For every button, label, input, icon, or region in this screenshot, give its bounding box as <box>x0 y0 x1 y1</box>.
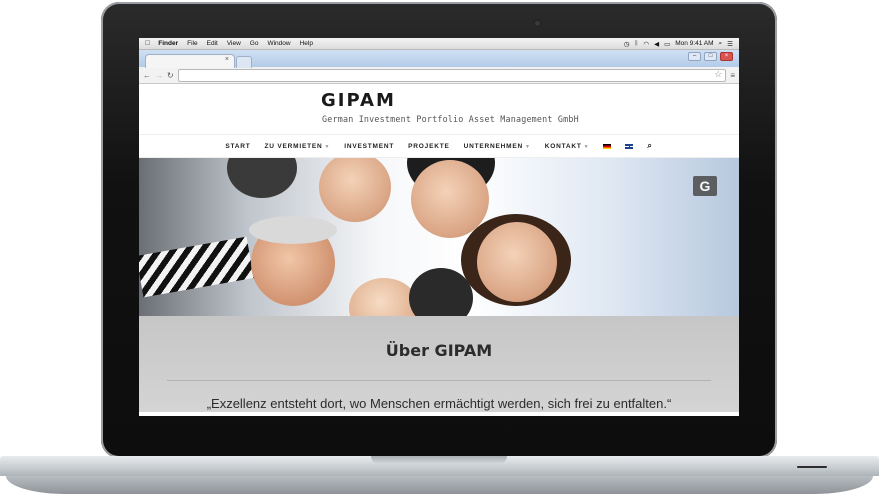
gray-hair-shape <box>249 216 337 244</box>
bluetooth-icon[interactable]: ᛒ <box>634 40 638 47</box>
german-flag-icon[interactable] <box>603 143 612 149</box>
search-icon[interactable]: ⌕ <box>647 141 652 151</box>
hero-logo-badge: G <box>693 176 717 196</box>
menu-file[interactable]: File <box>187 40 197 47</box>
battery-icon[interactable]: ▭ <box>664 40 670 48</box>
laptop-base <box>0 456 879 500</box>
about-section: Über GIPAM „Exzellenz entsteht dort, wo … <box>139 316 739 412</box>
browser-toolbar: ← → ↻ ☆ ≡ <box>139 67 739 84</box>
divider <box>167 380 711 381</box>
site-tagline: German Investment Portfolio Asset Manage… <box>322 114 579 124</box>
site-logo[interactable]: GIPAM <box>321 90 396 111</box>
wifi-icon[interactable]: ◠ <box>643 40 649 48</box>
main-navigation: START ZU VERMIETEN ▼ INVESTMENT PROJEKTE … <box>139 134 739 158</box>
reload-icon[interactable]: ↻ <box>167 71 174 80</box>
tab-close-icon[interactable]: × <box>225 56 229 63</box>
menu-help[interactable]: Help <box>300 40 313 47</box>
nav-kontakt[interactable]: KONTAKT ▼ <box>545 143 590 150</box>
face-woman <box>477 222 557 302</box>
menu-go[interactable]: Go <box>250 40 259 47</box>
laptop-bottom-edge <box>6 476 873 494</box>
back-icon[interactable]: ← <box>143 71 151 80</box>
browser-tab[interactable]: × <box>145 54 235 68</box>
forward-icon[interactable]: → <box>155 71 163 80</box>
webcam <box>535 21 540 26</box>
nav-start[interactable]: START <box>225 143 250 150</box>
nav-unternehmen-label: UNTERNEHMEN <box>463 142 523 150</box>
nav-projekte[interactable]: PROJEKTE <box>408 143 449 150</box>
spotlight-search-icon[interactable]: ⌕ <box>719 40 723 48</box>
laptop-screen:  Finder File Edit View Go Window Help ◷… <box>139 38 739 416</box>
chevron-down-icon: ▼ <box>324 143 331 150</box>
hair-shape <box>227 158 297 198</box>
sleep-indicator-light <box>797 466 827 468</box>
nav-investment[interactable]: INVESTMENT <box>344 143 394 150</box>
mac-menubar:  Finder File Edit View Go Window Help ◷… <box>139 38 739 50</box>
browser-menu-icon[interactable]: ≡ <box>730 71 735 80</box>
about-quote: „Exzellenz entsteht dort, wo Menschen er… <box>206 396 672 411</box>
chevron-down-icon: ▼ <box>524 143 531 150</box>
browser-tabbar: × – □ × <box>139 50 739 68</box>
site-header: GIPAM German Investment Portfolio Asset … <box>139 84 739 134</box>
nav-kontakt-label: KONTAKT <box>544 142 582 150</box>
close-window-button[interactable]: × <box>720 52 733 61</box>
time-machine-icon[interactable]: ◷ <box>624 40 630 48</box>
lid-opening-notch <box>371 456 507 464</box>
nav-unternehmen[interactable]: UNTERNEHMEN ▼ <box>464 143 531 150</box>
menu-window[interactable]: Window <box>267 40 290 47</box>
volume-icon[interactable]: ◀ <box>654 40 659 48</box>
english-flag-icon[interactable] <box>625 143 634 149</box>
nav-zu-vermieten-label: ZU VERMIETEN <box>264 142 323 150</box>
hero-image: G <box>139 158 739 316</box>
new-tab-button[interactable] <box>236 56 252 68</box>
minimize-button[interactable]: – <box>688 52 701 61</box>
menu-view[interactable]: View <box>227 40 241 47</box>
nav-zu-vermieten[interactable]: ZU VERMIETEN ▼ <box>265 143 331 150</box>
menu-finder[interactable]: Finder <box>158 40 178 47</box>
website: GIPAM German Investment Portfolio Asset … <box>139 84 739 412</box>
striped-tie-shape <box>139 236 254 298</box>
face-man-top <box>319 158 391 222</box>
maximize-button[interactable]: □ <box>704 52 717 61</box>
about-title: Über GIPAM <box>385 341 493 360</box>
bookmark-star-icon[interactable]: ☆ <box>714 69 722 80</box>
window-controls: – □ × <box>688 52 733 61</box>
notification-center-icon[interactable]: ☰ <box>727 40 733 48</box>
menu-edit[interactable]: Edit <box>207 40 218 47</box>
chevron-down-icon: ▼ <box>583 143 590 150</box>
menubar-clock[interactable]: Mon 9:41 AM <box>675 40 713 47</box>
apple-icon[interactable]:  <box>145 40 150 47</box>
address-bar[interactable]: ☆ <box>177 68 727 82</box>
